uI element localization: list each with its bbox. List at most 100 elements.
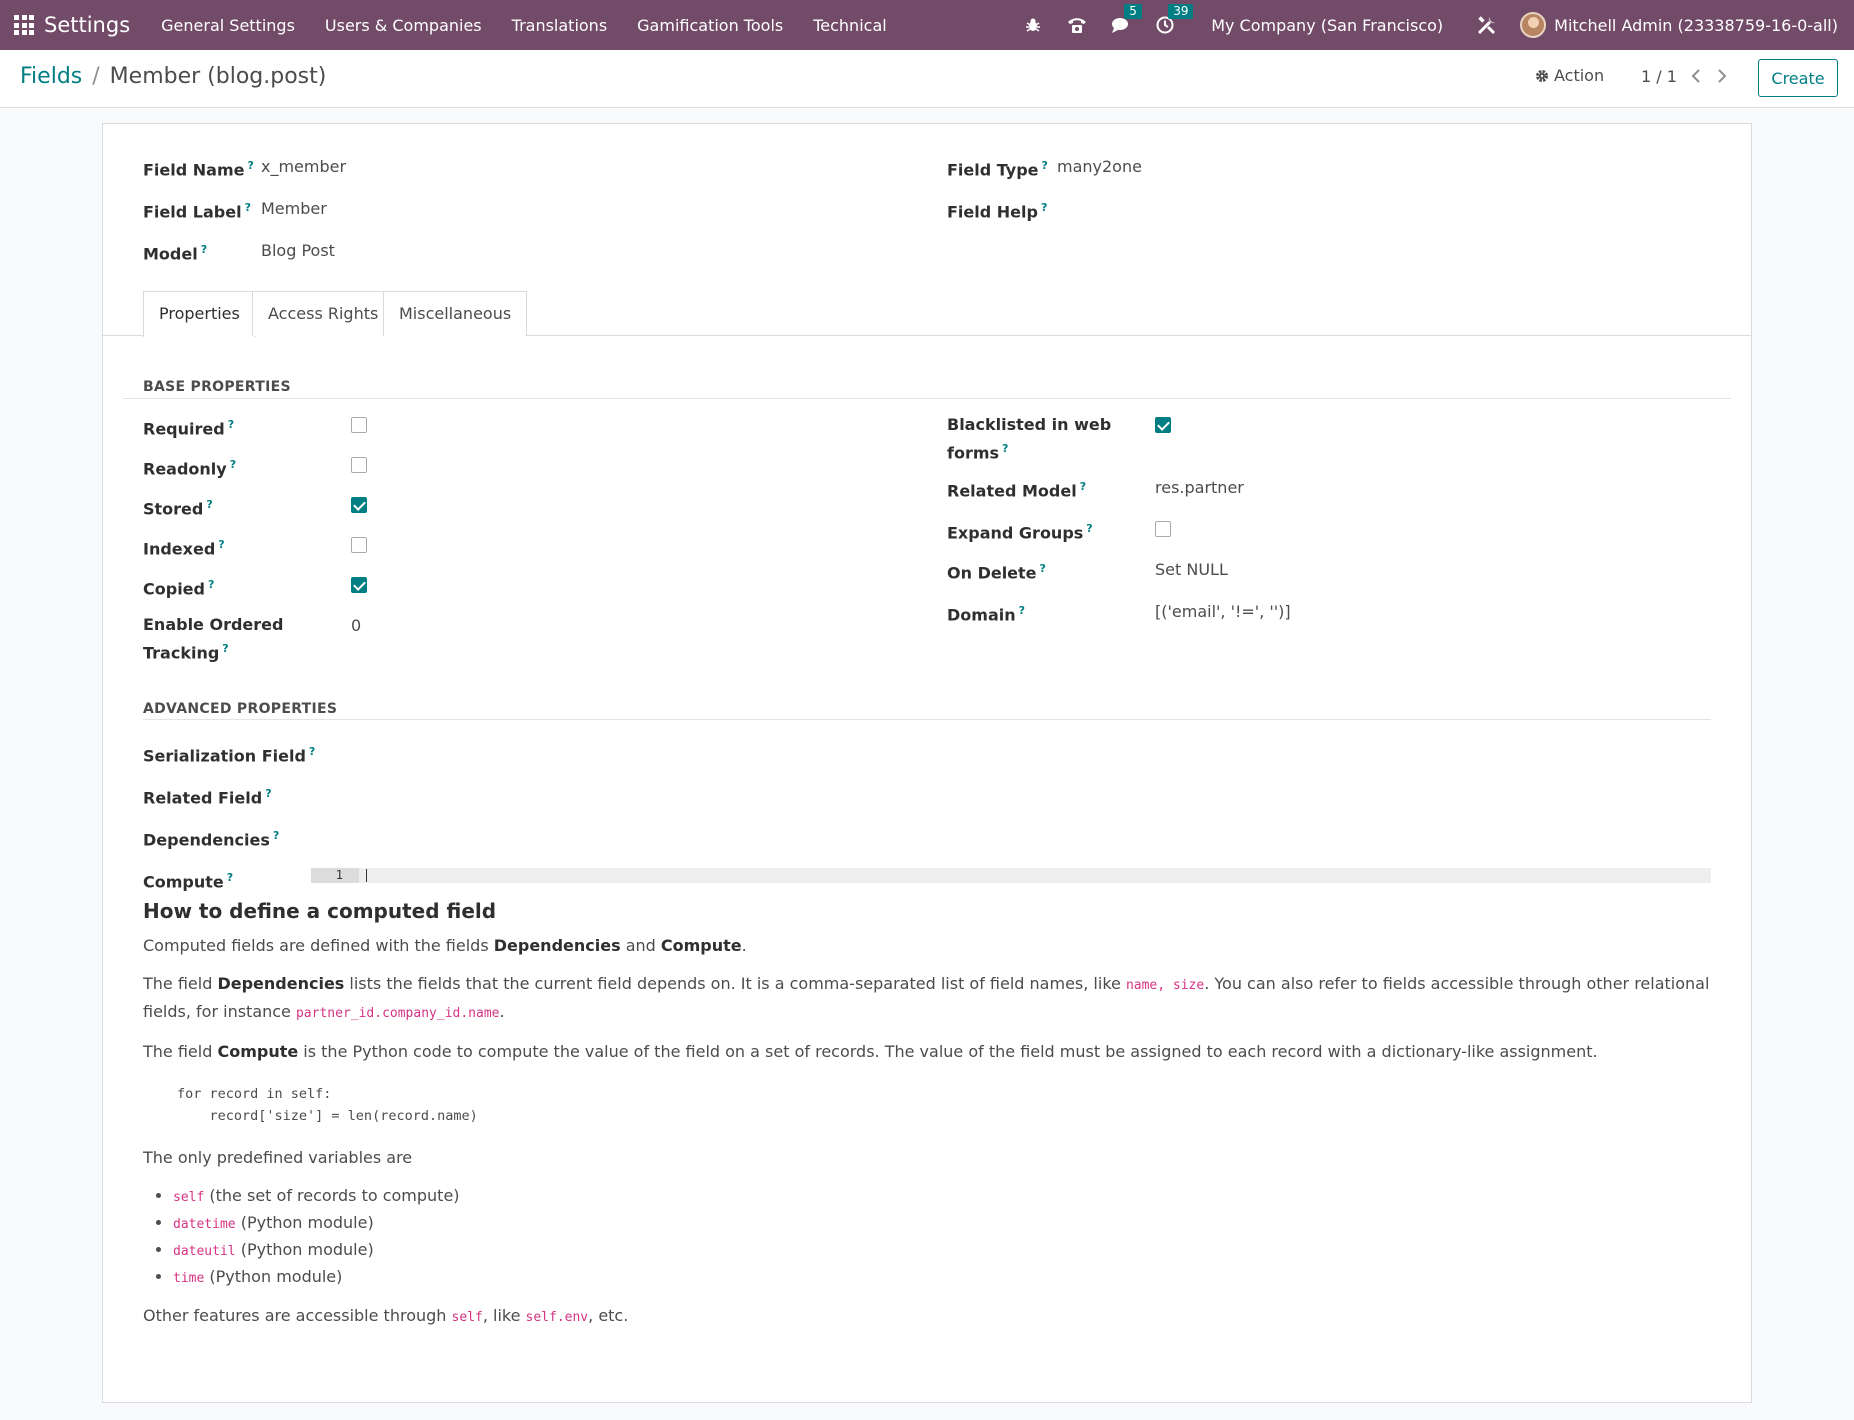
help-tooltip-icon[interactable]: ? (309, 745, 315, 758)
help-tooltip-icon[interactable]: ? (227, 871, 233, 884)
domain-input[interactable]: [('email', '!=', '')] (1155, 600, 1291, 624)
field-label-input[interactable]: Member (261, 197, 327, 221)
create-button[interactable]: Create (1758, 59, 1838, 97)
section-divider (123, 398, 1731, 399)
on-delete-label: On Delete? (947, 562, 1046, 583)
navbar-systray: 5 39 My Company (San Francisco) Mitchell… (1011, 0, 1854, 50)
menu-general-settings[interactable]: General Settings (146, 16, 310, 35)
model-field[interactable]: Blog Post (261, 239, 335, 263)
help-tooltip-icon[interactable]: ? (230, 458, 236, 471)
tracking-label: Enable Ordered (143, 615, 284, 634)
help-heading: How to define a computed field (143, 899, 497, 923)
compute-label: Compute? (143, 871, 234, 892)
developer-tools-icon[interactable] (1476, 14, 1498, 36)
compute-code-editor[interactable]: 1 (311, 868, 1711, 883)
control-panel: Fields / Member (blog.post) Action 1 / 1… (0, 50, 1854, 108)
field-name-label: Field Name? (143, 159, 254, 180)
field-help-label: Field Help? (947, 201, 1048, 222)
help-paragraph-4: The only predefined variables are (143, 1148, 413, 1167)
help-paragraph-2: The field Dependencies lists the fields … (143, 974, 1710, 1021)
menu-gamification-tools[interactable]: Gamification Tools (622, 16, 798, 35)
chat-icon[interactable]: 5 (1110, 4, 1142, 36)
chat-count-badge: 5 (1124, 4, 1142, 19)
base-properties-title: BASE PROPERTIES (143, 379, 291, 395)
readonly-label: Readonly? (143, 458, 237, 479)
pager-next-icon[interactable] (1716, 68, 1728, 87)
field-name-input[interactable]: x_member (261, 155, 346, 179)
help-tooltip-icon[interactable]: ? (218, 538, 224, 551)
help-tooltip-icon[interactable]: ? (222, 642, 228, 655)
help-paragraph-1: Computed fields are defined with the fie… (143, 936, 747, 955)
required-checkbox[interactable] (351, 417, 367, 433)
serialization-field-label: Serialization Field? (143, 745, 316, 766)
help-tooltip-icon[interactable]: ? (201, 243, 207, 256)
help-tooltip-icon[interactable]: ? (1041, 201, 1047, 214)
on-delete-select[interactable]: Set NULL (1155, 558, 1228, 582)
help-tooltip-icon[interactable]: ? (265, 787, 271, 800)
menu-technical[interactable]: Technical (798, 16, 901, 35)
breadcrumb-fields-link[interactable]: Fields (20, 64, 82, 89)
help-tooltip-icon[interactable]: ? (1040, 562, 1046, 575)
list-item: dateutil (Python module) (173, 1237, 1713, 1264)
phone-icon[interactable] (1066, 14, 1088, 36)
pager-previous-icon[interactable] (1690, 68, 1702, 87)
help-tooltip-icon[interactable]: ? (1086, 522, 1092, 535)
user-avatar[interactable] (1520, 12, 1547, 38)
stored-checkbox[interactable] (351, 497, 367, 513)
compute-help-text: How to define a computed field Computed … (143, 899, 1713, 1343)
model-label: Model? (143, 243, 208, 264)
indexed-label: Indexed? (143, 538, 225, 559)
help-tooltip-icon[interactable]: ? (228, 418, 234, 431)
app-name[interactable]: Settings (44, 13, 130, 37)
tab-access-rights[interactable]: Access Rights (252, 291, 395, 336)
apps-menu-icon[interactable] (14, 15, 34, 35)
blacklisted-checkbox[interactable] (1155, 417, 1171, 433)
line-number: 1 (311, 868, 359, 883)
readonly-checkbox[interactable] (351, 457, 367, 473)
help-tooltip-icon[interactable]: ? (247, 159, 253, 172)
dependencies-label: Dependencies? (143, 829, 280, 850)
indexed-checkbox[interactable] (351, 537, 367, 553)
help-paragraph-5: Other features are accessible through se… (143, 1306, 629, 1325)
advanced-properties-title: ADVANCED PROPERTIES (143, 701, 338, 717)
field-type-label: Field Type? (947, 159, 1048, 180)
breadcrumb-separator: / (92, 64, 100, 89)
text-cursor (366, 869, 367, 882)
company-switcher[interactable]: My Company (San Francisco) (1211, 16, 1443, 35)
blacklisted-label: Blacklisted in web (947, 415, 1112, 434)
menu-translations[interactable]: Translations (497, 16, 623, 35)
expand-groups-checkbox[interactable] (1155, 521, 1171, 537)
pager-value[interactable]: 1 / 1 (1641, 67, 1677, 86)
action-menu-button[interactable]: Action (1535, 66, 1604, 85)
tab-properties[interactable]: Properties (143, 291, 256, 337)
field-type-select[interactable]: many2one (1057, 155, 1142, 179)
user-menu[interactable]: Mitchell Admin (23338759-16-0-all) (1554, 16, 1838, 35)
help-tooltip-icon[interactable]: ? (1042, 159, 1048, 172)
notebook-tabs: Properties Access Rights Miscellaneous (103, 291, 1751, 337)
breadcrumb-current: Member (blog.post) (109, 64, 327, 89)
help-tooltip-icon[interactable]: ? (1080, 480, 1086, 493)
help-tooltip-icon[interactable]: ? (1002, 442, 1008, 455)
form-sheet: Field Name? x_member Field Label? Member… (102, 123, 1752, 1403)
help-tooltip-icon[interactable]: ? (273, 829, 279, 842)
action-label: Action (1554, 66, 1605, 85)
help-tooltip-icon[interactable]: ? (206, 498, 212, 511)
menu-users-companies[interactable]: Users & Companies (310, 16, 497, 35)
breadcrumb: Fields / Member (blog.post) (20, 64, 326, 89)
gear-icon (1536, 69, 1548, 82)
related-model-label: Related Model? (947, 480, 1087, 501)
tab-miscellaneous[interactable]: Miscellaneous (383, 291, 528, 336)
related-model-input[interactable]: res.partner (1155, 476, 1244, 500)
tracking-input[interactable]: 0 (351, 614, 361, 638)
activity-clock-icon[interactable]: 39 (1154, 4, 1194, 36)
top-navbar: Settings General Settings Users & Compan… (0, 0, 1854, 50)
activity-count-badge: 39 (1168, 4, 1194, 19)
help-tooltip-icon[interactable]: ? (208, 578, 214, 591)
predefined-variables-list: self (the set of records to compute) dat… (173, 1183, 1713, 1291)
list-item: time (Python module) (173, 1264, 1713, 1291)
help-tooltip-icon[interactable]: ? (245, 201, 251, 214)
help-tooltip-icon[interactable]: ? (1019, 604, 1025, 617)
copied-label: Copied? (143, 578, 215, 599)
bug-icon[interactable] (1022, 14, 1044, 36)
copied-checkbox[interactable] (351, 577, 367, 593)
